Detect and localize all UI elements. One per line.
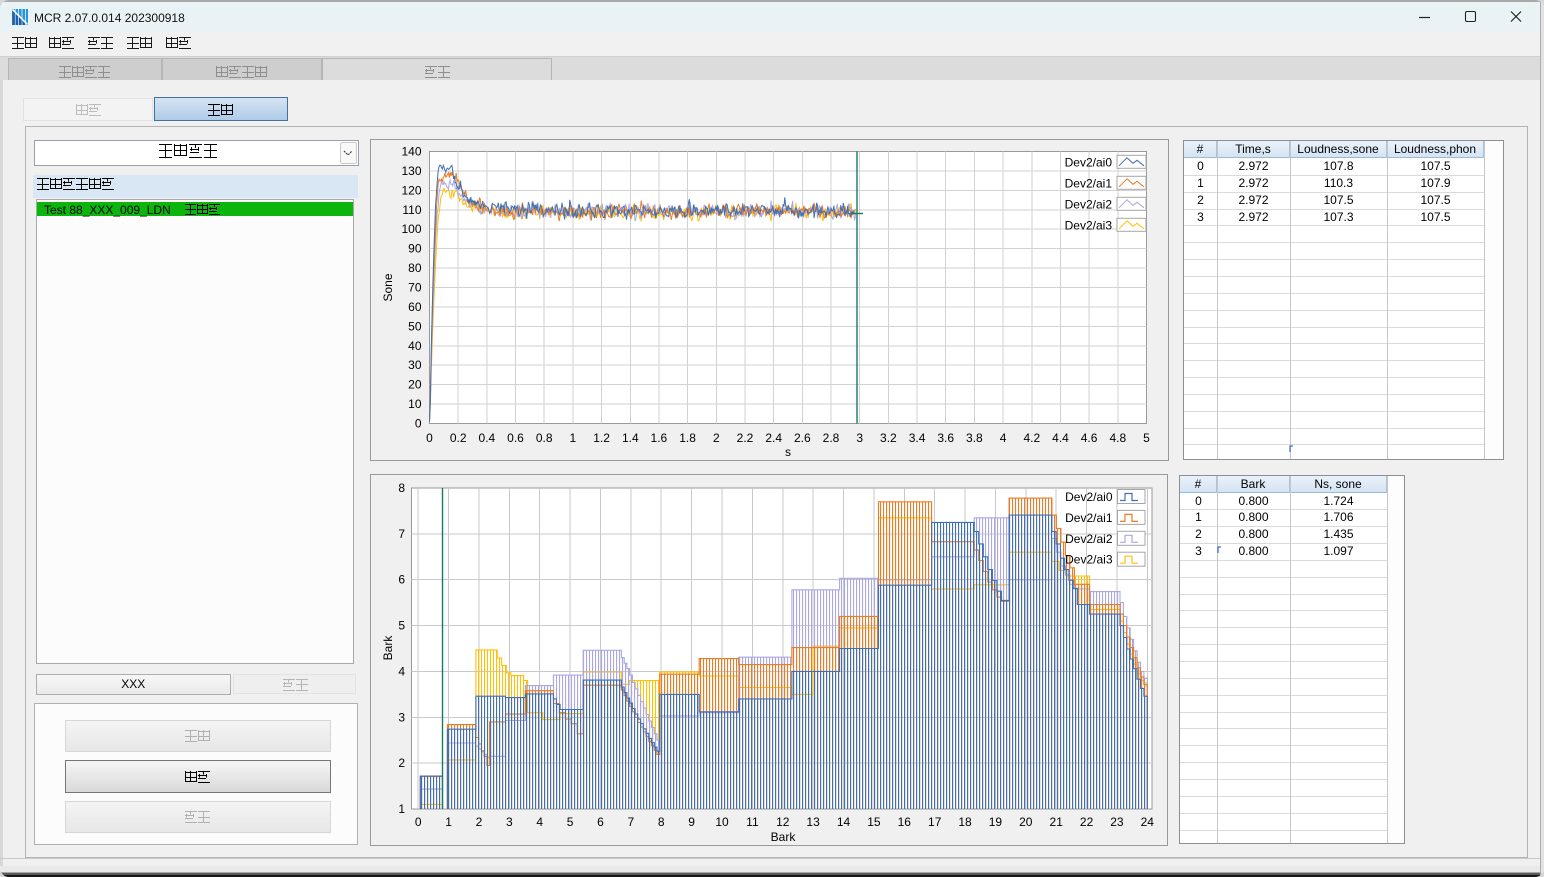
svg-text:4.4: 4.4 [1052,431,1069,445]
svg-text:120: 120 [401,183,421,197]
svg-text:20: 20 [408,378,422,392]
svg-text:Bark: Bark [381,635,395,661]
svg-text:8: 8 [398,481,405,495]
svg-text:2: 2 [713,431,720,445]
svg-text:1: 1 [570,431,577,445]
svg-text:24: 24 [1141,815,1155,829]
svg-text:2: 2 [398,756,405,770]
svg-text:5: 5 [1143,431,1150,445]
svg-text:Dev2/ai1: Dev2/ai1 [1065,511,1113,525]
svg-text:0.4: 0.4 [479,431,496,445]
svg-text:50: 50 [408,319,422,333]
svg-text:4: 4 [536,815,543,829]
svg-text:3: 3 [398,710,405,724]
svg-text:0: 0 [426,431,433,445]
svg-text:140: 140 [401,145,421,159]
svg-text:Dev2/ai0: Dev2/ai0 [1065,490,1113,504]
svg-text:6: 6 [398,573,405,587]
svg-text:1: 1 [398,802,405,816]
svg-text:Dev2/ai3: Dev2/ai3 [1065,553,1113,567]
svg-text:23: 23 [1110,815,1124,829]
svg-text:s: s [785,445,791,459]
svg-text:1.8: 1.8 [679,431,696,445]
svg-text:Dev2/ai3: Dev2/ai3 [1065,218,1113,232]
svg-text:30: 30 [408,358,422,372]
svg-text:Dev2/ai1: Dev2/ai1 [1065,176,1113,190]
svg-text:0.2: 0.2 [450,431,467,445]
svg-text:3.8: 3.8 [966,431,983,445]
svg-text:4.8: 4.8 [1109,431,1126,445]
svg-text:Dev2/ai2: Dev2/ai2 [1065,197,1113,211]
svg-text:100: 100 [401,222,421,236]
svg-text:21: 21 [1050,815,1064,829]
svg-text:2.4: 2.4 [765,431,782,445]
svg-text:5: 5 [398,619,405,633]
svg-text:Dev2/ai2: Dev2/ai2 [1065,532,1113,546]
svg-text:3.6: 3.6 [937,431,954,445]
svg-text:4: 4 [398,664,405,678]
svg-text:70: 70 [408,281,422,295]
svg-text:12: 12 [776,815,790,829]
svg-text:16: 16 [898,815,912,829]
svg-text:3.2: 3.2 [880,431,897,445]
svg-text:9: 9 [688,815,695,829]
svg-text:4.6: 4.6 [1081,431,1098,445]
svg-text:2: 2 [476,815,483,829]
svg-text:40: 40 [408,339,422,353]
svg-text:17: 17 [928,815,942,829]
svg-text:22: 22 [1080,815,1094,829]
svg-text:Dev2/ai0: Dev2/ai0 [1065,155,1113,169]
svg-text:1.6: 1.6 [651,431,668,445]
svg-text:2.2: 2.2 [737,431,754,445]
svg-text:Bark: Bark [771,830,797,844]
svg-text:5: 5 [567,815,574,829]
svg-text:10: 10 [715,815,729,829]
svg-text:0: 0 [415,815,422,829]
svg-text:Sone: Sone [381,273,395,301]
svg-text:1.4: 1.4 [622,431,639,445]
svg-text:3: 3 [506,815,513,829]
svg-text:130: 130 [401,164,421,178]
svg-text:6: 6 [597,815,604,829]
svg-text:0.6: 0.6 [507,431,524,445]
svg-text:4.2: 4.2 [1023,431,1040,445]
svg-text:4: 4 [1000,431,1007,445]
svg-text:2.6: 2.6 [794,431,811,445]
svg-text:10: 10 [408,397,422,411]
svg-text:13: 13 [806,815,820,829]
svg-text:2.8: 2.8 [823,431,840,445]
svg-text:110: 110 [402,203,421,217]
svg-text:80: 80 [408,261,422,275]
svg-text:11: 11 [746,815,759,829]
svg-text:1.2: 1.2 [593,431,610,445]
svg-text:1: 1 [445,815,452,829]
svg-text:90: 90 [408,242,422,256]
svg-text:8: 8 [658,815,665,829]
svg-text:7: 7 [398,527,405,541]
svg-text:7: 7 [628,815,635,829]
svg-text:60: 60 [408,300,422,314]
svg-text:14: 14 [837,815,851,829]
svg-text:20: 20 [1019,815,1033,829]
svg-text:19: 19 [989,815,1003,829]
svg-text:3: 3 [856,431,863,445]
svg-text:3.4: 3.4 [909,431,926,445]
svg-text:0: 0 [415,417,422,431]
svg-text:15: 15 [867,815,881,829]
svg-text:18: 18 [958,815,972,829]
svg-text:0.8: 0.8 [536,431,553,445]
